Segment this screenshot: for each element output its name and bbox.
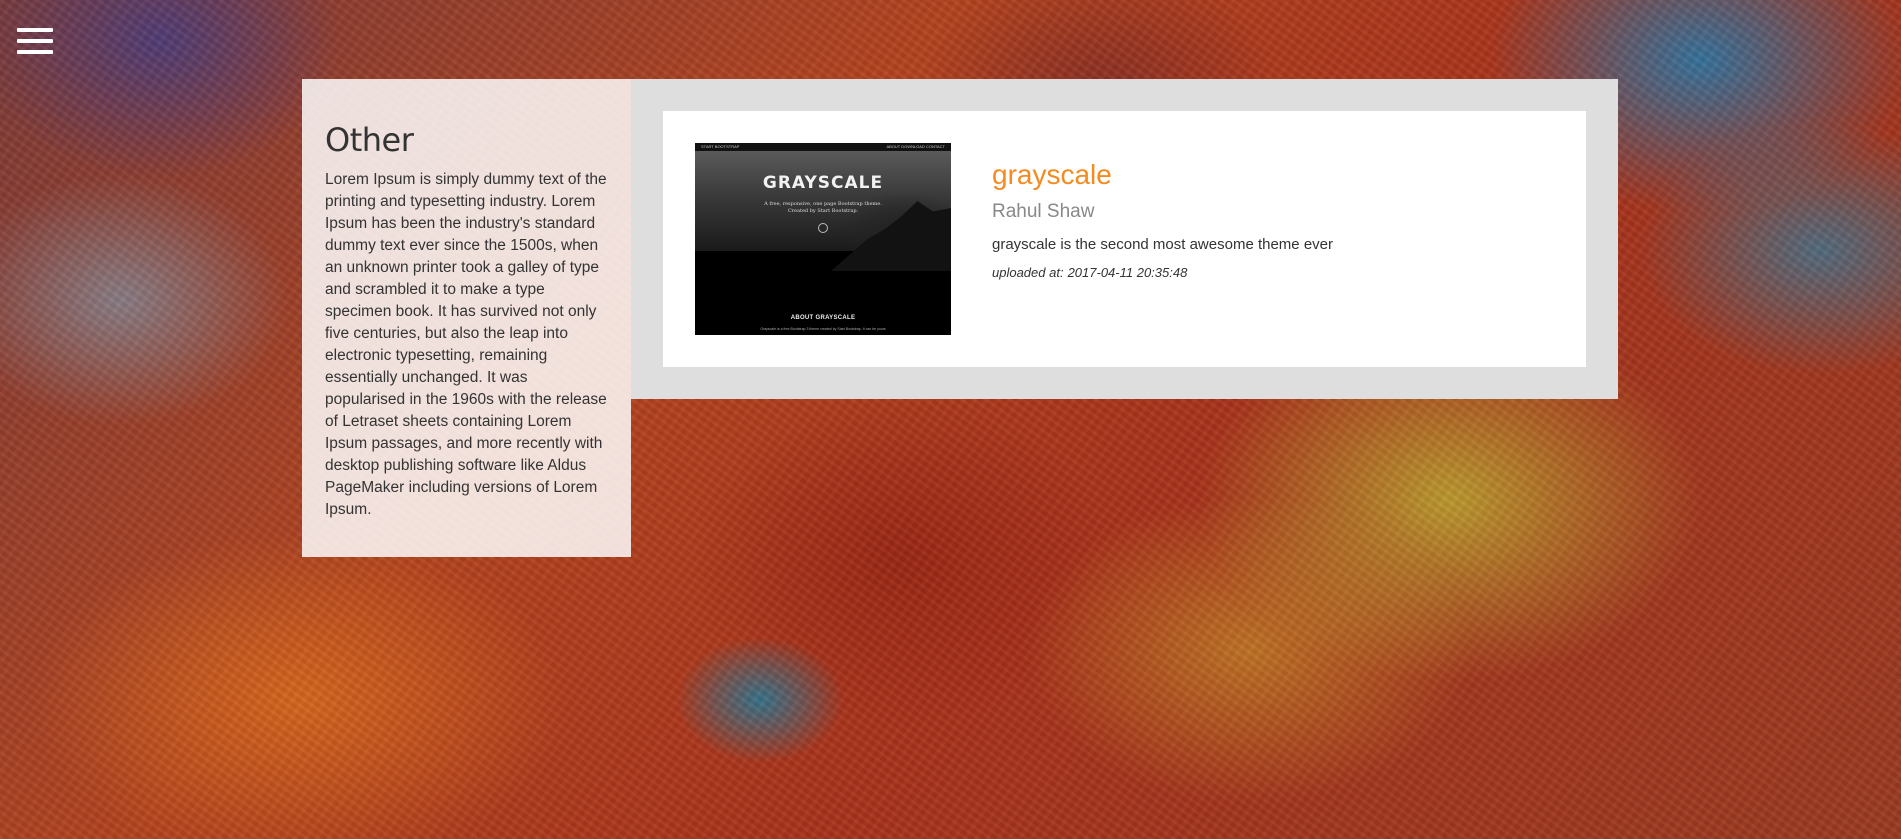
category-description-panel: Other Lorem Ipsum is simply dummy text o…	[302, 79, 631, 557]
theme-thumbnail[interactable]: START BOOTSTRAP ABOUT DOWNLOAD CONTACT G…	[695, 143, 951, 335]
theme-name-link[interactable]: grayscale	[992, 159, 1552, 191]
themes-list-panel: START BOOTSTRAP ABOUT DOWNLOAD CONTACT G…	[631, 79, 1618, 399]
theme-author: Rahul Shaw	[992, 201, 1095, 222]
upload-date-label: uploaded at:	[992, 265, 1064, 280]
thumbnail-about-heading: ABOUT GRAYSCALE	[790, 315, 856, 321]
thumbnail-footer-text: Grayscale is a free Bootstrap 3 theme cr…	[760, 327, 886, 331]
thumbnail-navbar: START BOOTSTRAP ABOUT DOWNLOAD CONTACT	[695, 143, 951, 151]
thumbnail-subtext-line: A free, responsive, one page Bootstrap t…	[764, 201, 882, 207]
thumbnail-brand: START BOOTSTRAP	[701, 144, 740, 149]
theme-card[interactable]: START BOOTSTRAP ABOUT DOWNLOAD CONTACT G…	[663, 111, 1586, 367]
upload-date-value: 2017-04-11 20:35:48	[1067, 265, 1188, 280]
theme-description: grayscale is the second most awesome the…	[992, 236, 1333, 253]
menu-bar-top	[17, 28, 53, 32]
thumbnail-scroll-circle-icon	[818, 223, 828, 233]
menu-bar-middle	[17, 39, 53, 43]
thumbnail-subtext-line: Created by Start Bootstrap.	[787, 208, 859, 214]
hamburger-menu-icon[interactable]	[17, 28, 53, 56]
theme-upload-date: uploaded at: 2017-04-11 20:35:48	[992, 265, 1552, 280]
category-title: Other	[325, 121, 414, 159]
thumbnail-heading: GRAYSCALE	[762, 173, 884, 193]
theme-info: grayscale Rahul Shaw grayscale is the se…	[992, 159, 1552, 280]
category-description: Lorem Ipsum is simply dummy text of the …	[325, 171, 607, 518]
thumbnail-nav-links: ABOUT DOWNLOAD CONTACT	[886, 144, 945, 149]
menu-bar-bottom	[17, 50, 53, 54]
thumbnail-subtext: A free, responsive, one page Bootstrap t…	[695, 201, 951, 215]
